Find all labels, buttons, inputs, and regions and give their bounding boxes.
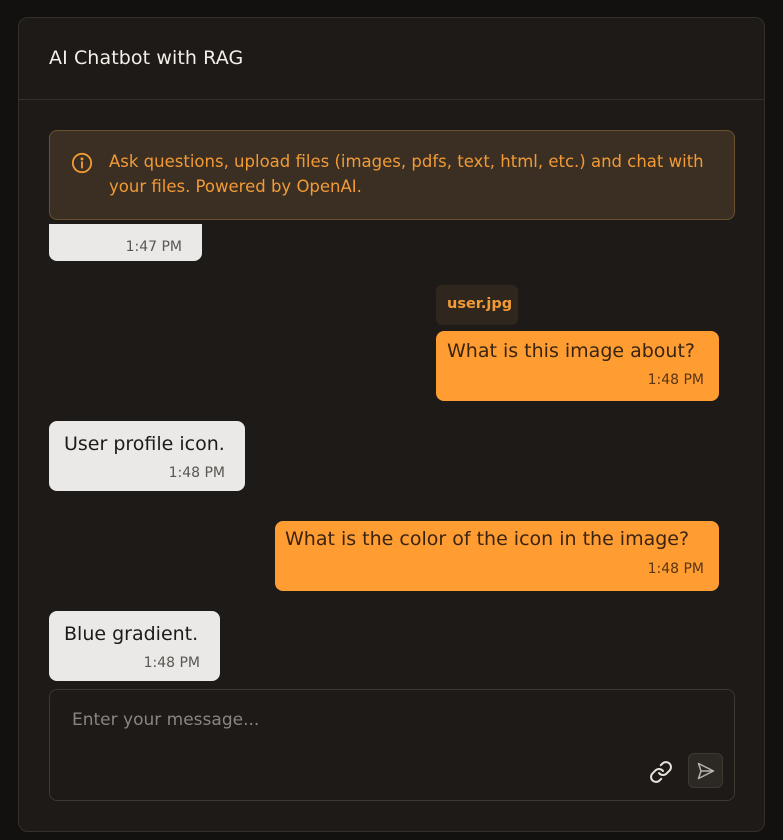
app-title: AI Chatbot with RAG	[49, 47, 244, 69]
message-time: 1:48 PM	[647, 372, 704, 388]
message-time: 1:48 PM	[143, 655, 200, 671]
attach-file-button[interactable]	[645, 756, 677, 788]
message-list[interactable]: 1:47 PM user.jpg What is this image abou…	[19, 224, 764, 686]
assistant-message: 1:47 PM	[49, 224, 202, 261]
message-text: User profile icon.	[64, 433, 225, 455]
send-icon	[697, 762, 714, 779]
message-text: What is the color of the icon in the ima…	[285, 528, 690, 550]
info-notice: Ask questions, upload files (images, pdf…	[49, 130, 735, 220]
message-text: Blue gradient.	[64, 623, 199, 645]
link-icon	[650, 761, 672, 783]
chat-header: AI Chatbot with RAG	[19, 18, 764, 100]
attachment-chip[interactable]: user.jpg	[436, 285, 518, 325]
user-message: What is this image about? 1:48 PM	[436, 331, 719, 401]
message-text: What is this image about?	[447, 340, 696, 362]
message-time: 1:48 PM	[168, 465, 225, 481]
notice-text: Ask questions, upload files (images, pdf…	[109, 152, 704, 196]
message-composer	[49, 689, 735, 801]
assistant-message: User profile icon. 1:48 PM	[49, 421, 245, 491]
send-button[interactable]	[688, 753, 723, 788]
chat-window: AI Chatbot with RAG Ask questions, uploa…	[18, 17, 765, 832]
message-input[interactable]	[72, 708, 672, 732]
user-message: What is the color of the icon in the ima…	[275, 521, 719, 591]
info-icon	[71, 152, 93, 174]
assistant-message: Blue gradient. 1:48 PM	[49, 611, 220, 681]
message-time: 1:47 PM	[125, 239, 182, 255]
message-time: 1:48 PM	[647, 561, 704, 577]
